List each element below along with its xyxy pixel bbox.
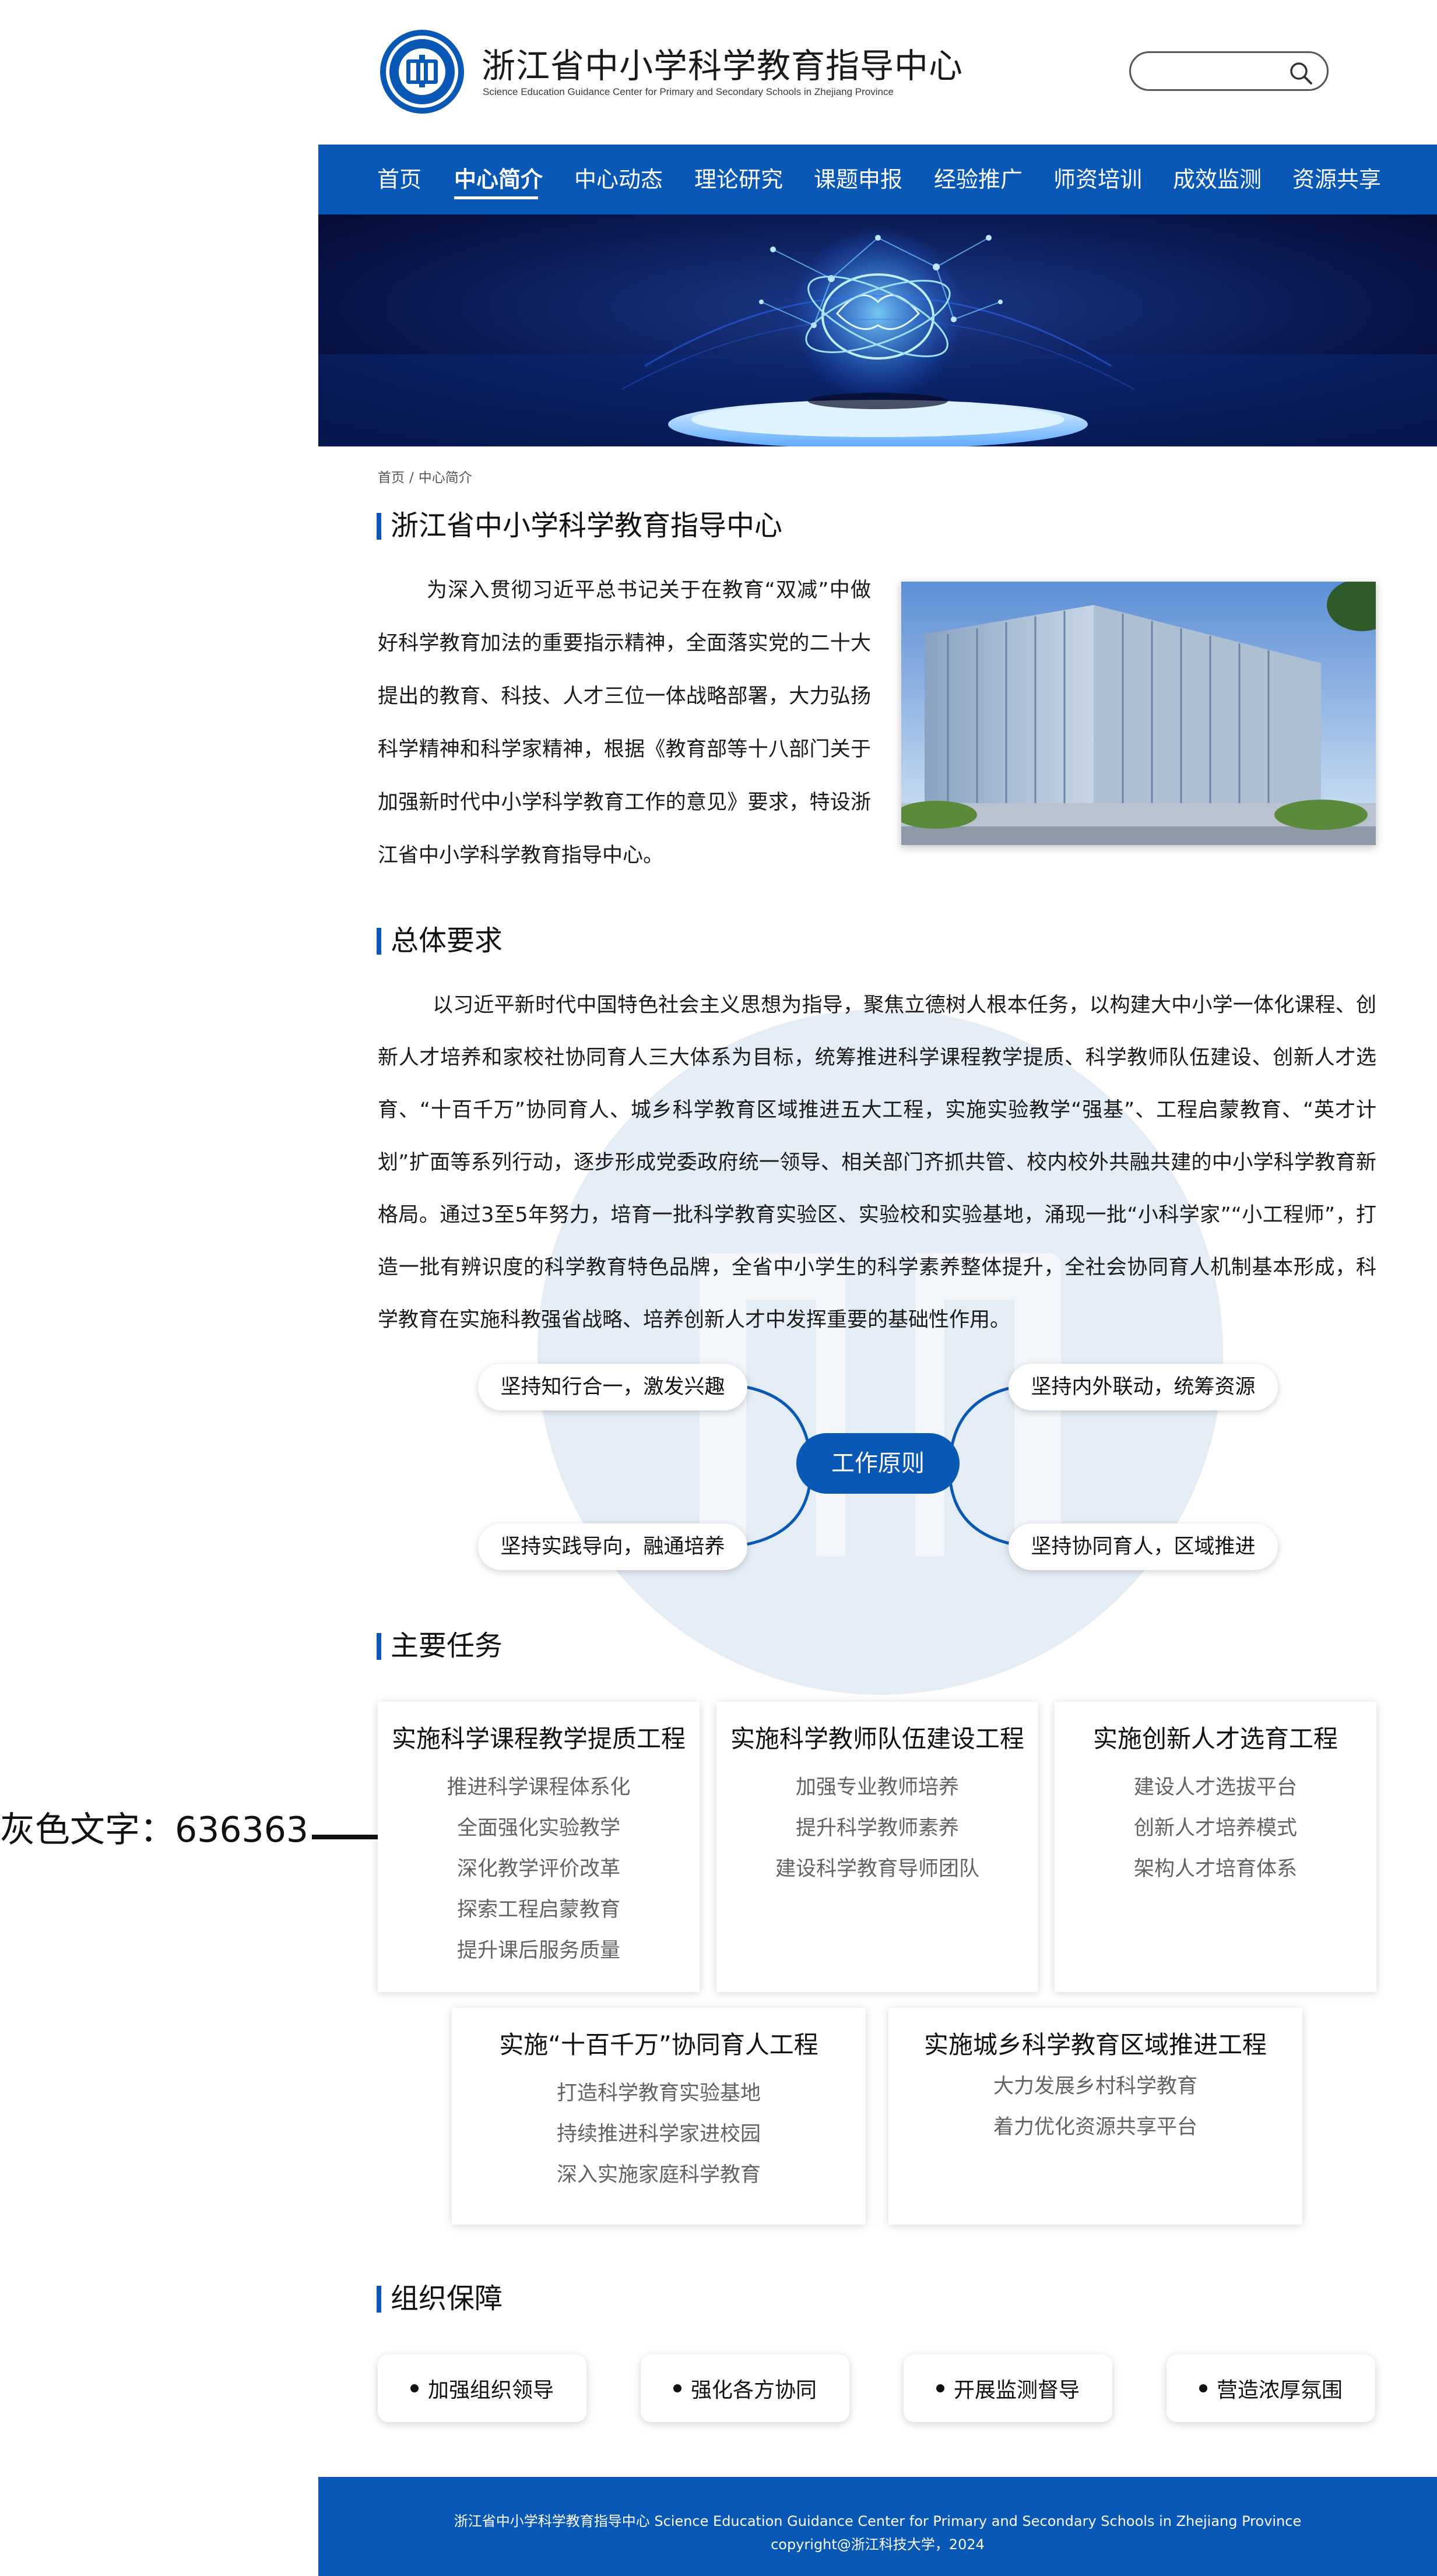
nav-item-about-label: 中心简介 xyxy=(454,167,543,192)
task-item: 提升课后服务质量 xyxy=(456,1939,620,1962)
brain-network-banner xyxy=(318,214,1437,446)
building-photo xyxy=(901,582,1376,845)
task-item: 提升科学教师素养 xyxy=(795,1817,959,1840)
nav-item-home[interactable]: 首页 xyxy=(377,145,421,214)
nav-item-projects[interactable]: 课题申报 xyxy=(814,145,902,214)
bullet-dot-icon xyxy=(673,2384,681,2392)
intro-paragraph: 为深入贯彻习近平总书记关于在教育“双减”中做好科学教育加法的重要指示精神，全面落… xyxy=(378,579,871,867)
task-card: 实施科学课程教学提质工程 推进科学课程体系化 全面强化实验教学 深化教学评价改革… xyxy=(378,1702,700,1992)
principle-bottom-left: 坚持实践导向，融通培养 xyxy=(478,1523,747,1570)
search-input[interactable] xyxy=(1145,56,1293,86)
nav-item-research[interactable]: 理论研究 xyxy=(694,145,783,214)
nav-item-about[interactable]: 中心简介 xyxy=(454,145,543,214)
task-card: 实施城乡科学教育区域推进工程 大力发展乡村科学教育 着力优化资源共享平台 xyxy=(888,2008,1302,2225)
site-title[interactable]: 浙江省中小学科学教育指导中心 xyxy=(482,38,963,87)
task-card-title: 实施城乡科学教育区域推进工程 xyxy=(923,2030,1267,2059)
breadcrumb-separator: / xyxy=(409,470,414,485)
guarantee-label: 营造浓厚氛围 xyxy=(1216,2378,1343,2402)
main-nav: 首页 中心简介 中心动态 理论研究 课题申报 经验推广 师资培训 成效监测 资源… xyxy=(318,145,1437,214)
breadcrumb-current: 中心简介 xyxy=(418,470,472,485)
task-card: 实施科学教师队伍建设工程 加强专业教师培养 提升科学教师素养 建设科学教育导师团… xyxy=(716,1702,1038,1992)
site-subtitle: Science Education Guidance Center for Pr… xyxy=(483,86,894,97)
logo-emblem[interactable] xyxy=(378,28,466,115)
task-card-title: 实施科学教师队伍建设工程 xyxy=(730,1725,1024,1753)
task-item: 大力发展乡村科学教育 xyxy=(993,2075,1197,2098)
bullet-dot-icon xyxy=(1199,2384,1207,2392)
task-card-title: 实施创新人才选育工程 xyxy=(1092,1725,1338,1753)
site-header: 浙江省中小学科学教育指导中心 Science Education Guidanc… xyxy=(318,0,1437,145)
nav-item-experience[interactable]: 经验推广 xyxy=(934,145,1023,214)
search-icon[interactable] xyxy=(1288,61,1313,85)
task-item: 着力优化资源共享平台 xyxy=(993,2116,1197,2139)
task-item: 创新人才培养模式 xyxy=(1133,1817,1297,1840)
task-item: 建设人才选拔平台 xyxy=(1133,1776,1297,1799)
breadcrumb-home[interactable]: 首页 xyxy=(378,470,405,485)
guarantee-item: 加强组织领导 xyxy=(378,2355,586,2422)
nav-item-training[interactable]: 师资培训 xyxy=(1053,145,1142,214)
footer-org-line: 浙江省中小学科学教育指导中心 Science Education Guidanc… xyxy=(454,2513,1302,2529)
principle-top-right: 坚持内外联动，统筹资源 xyxy=(1009,1364,1278,1410)
nav-item-resources[interactable]: 资源共享 xyxy=(1292,145,1381,214)
site-footer: 浙江省中小学科学教育指导中心 Science Education Guidanc… xyxy=(318,2477,1437,2576)
guarantees-title: 组织保障 xyxy=(377,2283,503,2314)
nav-active-underline xyxy=(454,196,538,199)
principle-center: 工作原则 xyxy=(796,1433,960,1494)
task-item: 架构人才培育体系 xyxy=(1133,1857,1297,1881)
requirements-paragraph: 以习近平新时代中国特色社会主义思想为指导，聚焦立德树人根本任务，以构建大中小学一… xyxy=(378,994,1376,1332)
task-card: 实施“十百千万”协同育人工程 打造科学教育实验基地 持续推进科学家进校园 深入实… xyxy=(452,2008,866,2225)
task-item: 打造科学教育实验基地 xyxy=(556,2082,761,2105)
task-item: 推进科学课程体系化 xyxy=(447,1776,631,1799)
nav-item-news[interactable]: 中心动态 xyxy=(574,145,663,214)
task-item: 持续推进科学家进校园 xyxy=(556,2123,761,2146)
task-card: 实施创新人才选育工程 建设人才选拔平台 创新人才培养模式 架构人才培育体系 xyxy=(1055,1702,1376,1992)
task-item: 深化教学评价改革 xyxy=(456,1857,620,1881)
intro-title: 浙江省中小学科学教育指导中心 xyxy=(377,511,782,541)
breadcrumb: 首页 / 中心简介 xyxy=(378,466,477,486)
guarantee-item: 强化各方协同 xyxy=(641,2355,849,2422)
task-item: 建设科学教育导师团队 xyxy=(775,1857,979,1881)
task-card-title: 实施科学课程教学提质工程 xyxy=(391,1725,686,1753)
guarantee-item: 开展监测督导 xyxy=(904,2355,1112,2422)
task-item: 深入实施家庭科学教育 xyxy=(556,2163,761,2187)
task-card-title: 实施“十百千万”协同育人工程 xyxy=(499,2030,818,2059)
bullet-dot-icon xyxy=(410,2384,419,2392)
bullet-dot-icon xyxy=(936,2384,944,2392)
task-item: 加强专业教师培养 xyxy=(795,1776,959,1799)
annotation-text: 灰色文字：636363 xyxy=(0,1810,309,1850)
guarantee-item: 营造浓厚氛围 xyxy=(1167,2355,1375,2422)
task-item: 全面强化实验教学 xyxy=(456,1817,620,1840)
nav-item-monitoring[interactable]: 成效监测 xyxy=(1173,145,1262,214)
principle-bottom-right: 坚持协同育人，区域推进 xyxy=(1009,1523,1278,1570)
task-item: 探索工程启蒙教育 xyxy=(456,1898,620,1922)
guarantee-label: 加强组织领导 xyxy=(427,2378,554,2402)
requirements-title: 总体要求 xyxy=(377,925,503,956)
footer-copyright: copyright@浙江科技大学，2024 xyxy=(771,2536,985,2553)
search-box xyxy=(1129,51,1329,91)
guarantee-label: 开展监测督导 xyxy=(953,2378,1080,2402)
principle-top-left: 坚持知行合一，激发兴趣 xyxy=(478,1364,747,1410)
guarantee-label: 强化各方协同 xyxy=(690,2378,817,2402)
tasks-title: 主要任务 xyxy=(377,1631,503,1661)
